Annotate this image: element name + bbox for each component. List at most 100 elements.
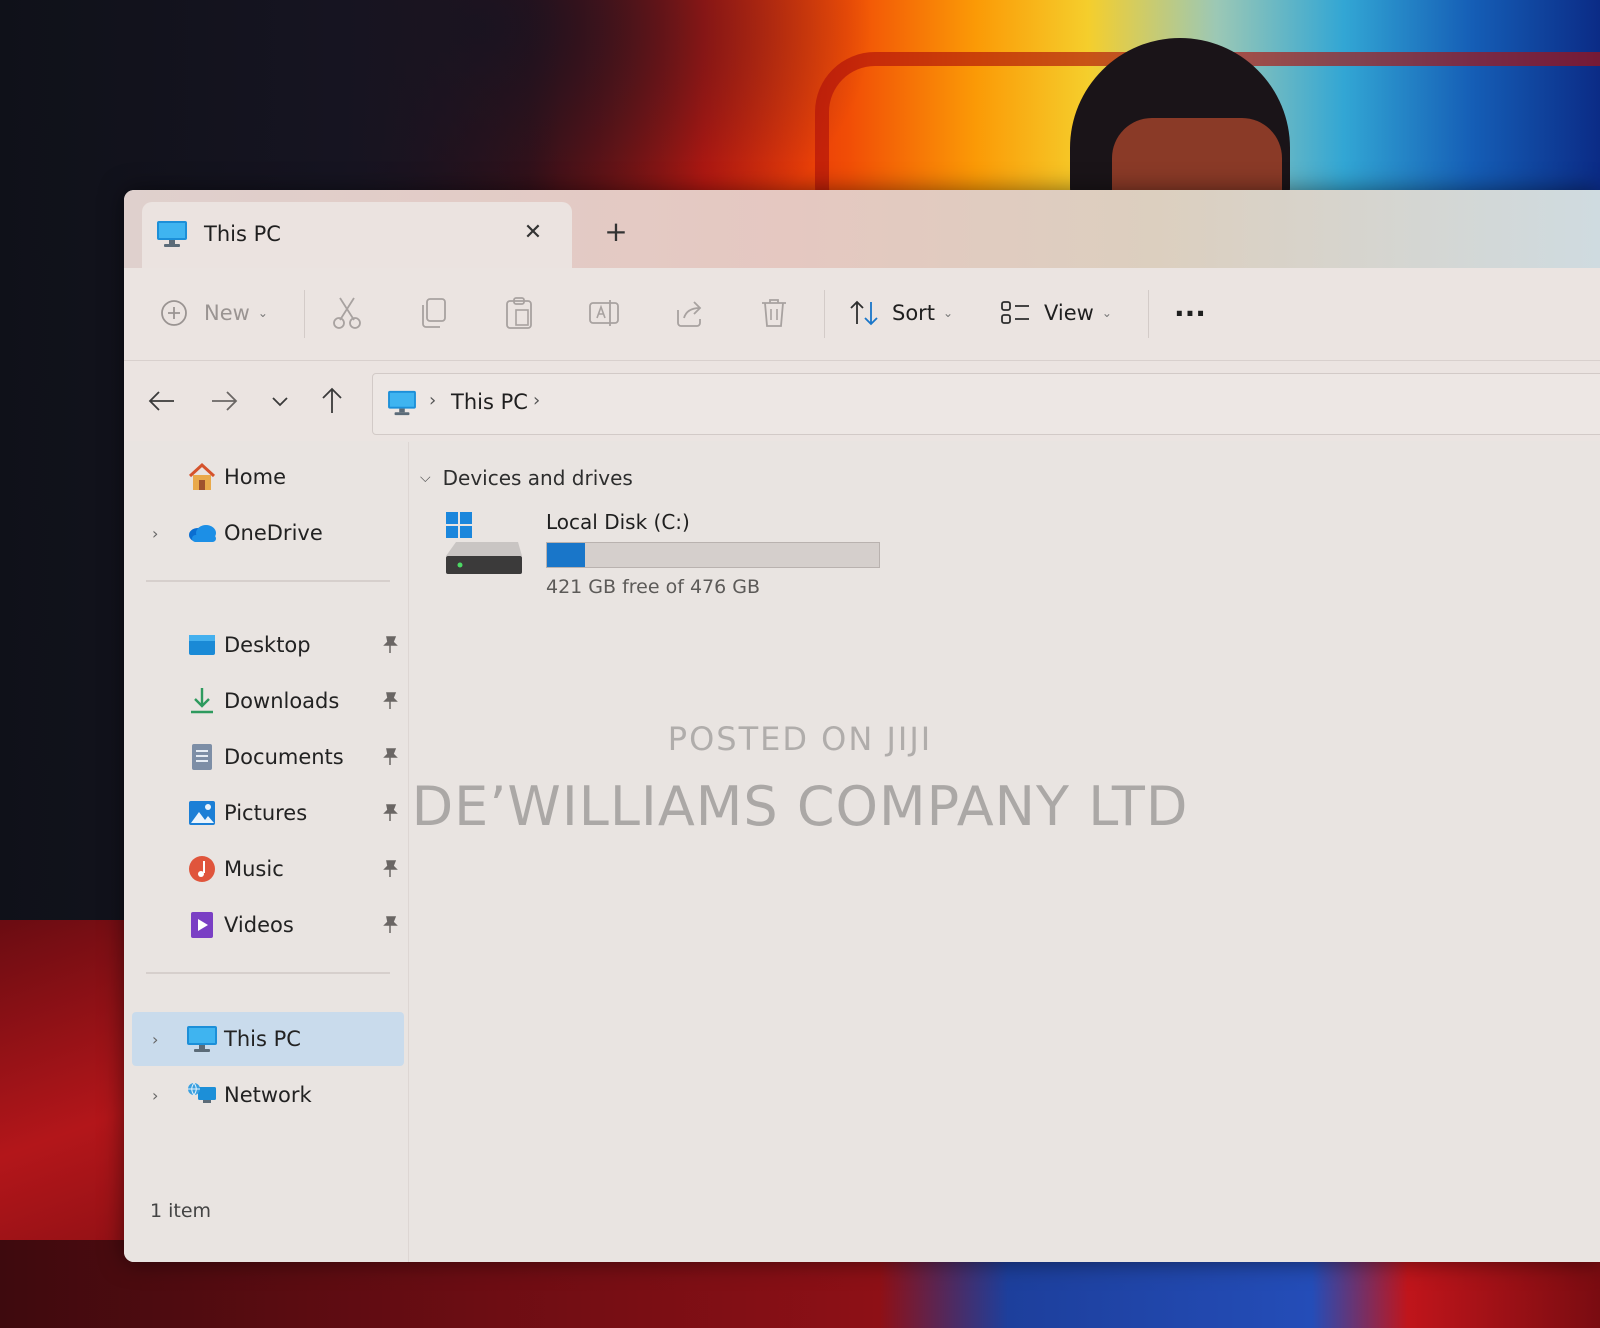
share-icon [677, 301, 702, 327]
drive-name: Local Disk (C:) [546, 510, 690, 534]
sidebar-item-this-pc[interactable]: › This PC [132, 1012, 404, 1066]
close-tab-icon[interactable]: ✕ [518, 218, 548, 248]
onedrive-icon [189, 525, 216, 542]
navigation-pane: Home › OneDrive Desktop Downloads Docume… [124, 442, 409, 1262]
desktop-folder-icon [189, 635, 215, 655]
chevron-right-icon[interactable]: › [152, 1030, 158, 1049]
group-header-devices-and-drives[interactable]: ⌵ Devices and drives [420, 466, 633, 490]
copy-icon [422, 298, 446, 328]
view-button[interactable]: View ⌄ [1000, 290, 1112, 336]
tab-this-pc[interactable]: This PC ✕ [142, 202, 572, 268]
arrow-right-icon [212, 391, 238, 411]
sidebar-item-label: Music [224, 857, 284, 881]
sidebar-item-label: Home [224, 465, 287, 489]
sidebar-item-label: This PC [224, 1027, 301, 1051]
trash-icon [762, 299, 786, 327]
rename-icon [589, 300, 619, 326]
delete-button[interactable] [760, 290, 788, 336]
drive-usage-fill [547, 543, 586, 567]
command-bar: New ⌄ Sort ⌄ View ⌄ ··· [124, 268, 1600, 361]
copy-button[interactable] [418, 290, 448, 336]
sidebar-item-downloads[interactable]: Downloads [132, 674, 404, 728]
recent-locations-button[interactable] [262, 383, 298, 419]
sidebar-item-label: Documents [224, 745, 344, 769]
drive-usage-bar [546, 542, 880, 568]
chevron-down-icon[interactable]: ⌵ [420, 470, 431, 486]
scissors-icon [333, 297, 361, 329]
pin-icon[interactable] [380, 859, 400, 879]
paste-button[interactable] [504, 290, 534, 336]
arrow-left-icon [148, 391, 174, 411]
share-button[interactable] [674, 290, 704, 336]
chevron-right-icon[interactable]: › [152, 1086, 158, 1105]
up-button[interactable] [314, 383, 350, 419]
chevron-down-icon [272, 397, 288, 407]
sidebar-item-label: Desktop [224, 633, 311, 657]
sidebar-item-home[interactable]: Home [132, 450, 404, 504]
status-bar-item-count: 1 item [150, 1200, 212, 1222]
sidebar-item-documents[interactable]: Documents [132, 730, 404, 784]
watermark-company: DE’WILLIAMS COMPANY LTD [411, 775, 1189, 838]
pin-icon[interactable] [380, 915, 400, 935]
cut-button[interactable] [332, 290, 362, 336]
sidebar-item-label: OneDrive [224, 521, 323, 545]
pin-icon[interactable] [380, 635, 400, 655]
title-bar: This PC ✕ + [124, 190, 1600, 268]
sidebar-item-label: Pictures [224, 801, 308, 825]
new-tab-button[interactable]: + [600, 216, 632, 248]
breadcrumb-separator: › [429, 390, 437, 411]
toolbar-divider [1148, 290, 1149, 338]
arrow-up-icon [322, 387, 342, 413]
address-bar[interactable]: › This PC › [372, 373, 1600, 435]
sidebar-item-label: Videos [224, 913, 294, 937]
pin-icon[interactable] [380, 747, 400, 767]
chevron-down-icon: ⌄ [1101, 306, 1112, 320]
toolbar-divider [304, 290, 305, 338]
view-button-label: View [1044, 301, 1094, 325]
this-pc-icon [157, 221, 187, 247]
sort-arrows-icon [850, 300, 878, 326]
address-row: › This PC › [124, 361, 1600, 441]
chevron-down-icon: ⌄ [257, 306, 268, 320]
pin-icon[interactable] [380, 691, 400, 711]
watermark-posted-on: POSTED ON JIJI [667, 720, 933, 758]
sidebar-item-desktop[interactable]: Desktop [132, 618, 404, 672]
sort-button[interactable]: Sort ⌄ [848, 290, 953, 336]
clipboard-icon [506, 297, 532, 329]
sidebar-item-label: Network [224, 1083, 312, 1107]
chevron-down-icon: ⌄ [943, 306, 954, 320]
sidebar-divider [146, 580, 390, 582]
back-button[interactable] [144, 383, 180, 419]
breadcrumb-this-pc[interactable]: This PC [451, 390, 528, 414]
sidebar-item-label: Downloads [224, 689, 340, 713]
home-icon [188, 462, 216, 490]
drive-item-local-disk-c[interactable]: Local Disk (C:) 421 GB free of 476 GB [430, 502, 890, 612]
breadcrumb-separator[interactable]: › [533, 390, 540, 411]
this-pc-icon [388, 390, 416, 416]
music-icon [189, 856, 215, 882]
rename-button[interactable] [588, 290, 620, 336]
more-options-button[interactable]: ··· [1174, 290, 1206, 336]
pictures-icon [189, 801, 215, 825]
new-button[interactable]: New ⌄ [160, 290, 268, 336]
sort-button-label: Sort [892, 301, 936, 325]
new-button-label: New [204, 301, 250, 325]
local-disk-icon [446, 512, 522, 574]
sidebar-item-pictures[interactable]: Pictures [132, 786, 404, 840]
drive-free-space: 421 GB free of 476 GB [546, 576, 761, 598]
view-layout-icon [1001, 301, 1029, 324]
sidebar-item-videos[interactable]: Videos [132, 898, 404, 952]
downloads-icon [191, 688, 213, 714]
group-title: Devices and drives [442, 466, 633, 490]
sidebar-item-music[interactable]: Music [132, 842, 404, 896]
sidebar-divider [146, 972, 390, 974]
chevron-right-icon[interactable]: › [152, 524, 158, 543]
videos-icon [191, 912, 213, 938]
sidebar-item-network[interactable]: › Network [132, 1068, 404, 1122]
this-pc-icon [187, 1026, 217, 1052]
forward-button[interactable] [206, 383, 242, 419]
tab-title: This PC [204, 222, 281, 246]
network-icon [188, 1082, 216, 1103]
plus-circle-icon [161, 300, 187, 326]
sidebar-item-onedrive[interactable]: › OneDrive [132, 506, 404, 560]
